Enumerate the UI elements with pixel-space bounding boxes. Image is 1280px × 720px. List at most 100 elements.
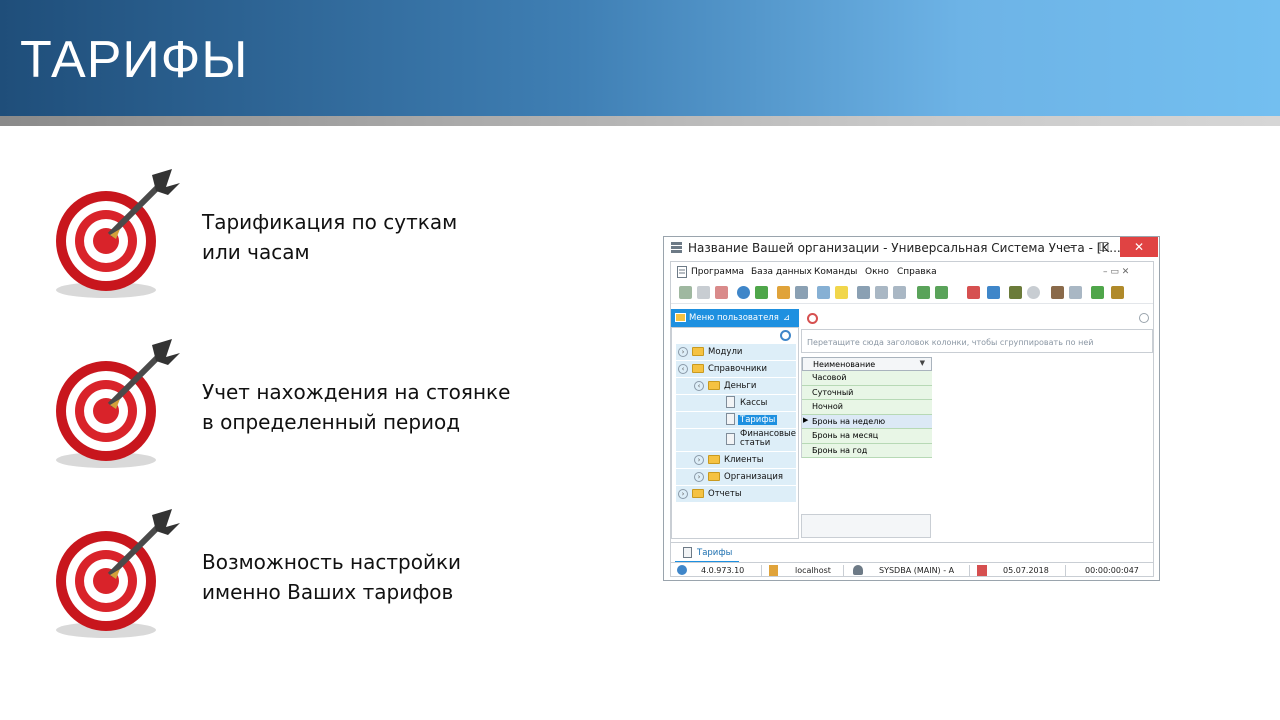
tree-item-finance-items[interactable]: Финансовые статьи	[676, 429, 796, 451]
feature-item: Учет нахождения на стоянке в определенны…	[40, 335, 560, 485]
tree-item-tariffs[interactable]: Тарифы	[676, 412, 796, 428]
note-icon[interactable]	[835, 286, 848, 299]
minimize-button[interactable]: –	[1056, 237, 1088, 257]
export-icon[interactable]	[917, 286, 930, 299]
slide-header: ТАРИФЫ	[0, 0, 1280, 116]
tab-label: Тарифы	[697, 548, 733, 558]
folder-icon	[708, 455, 720, 464]
tree-item-cashboxes[interactable]: Кассы	[676, 395, 796, 411]
table-row[interactable]: Суточный	[802, 385, 932, 400]
menu-item-help[interactable]: Справка	[897, 267, 937, 277]
tree-item-directories[interactable]: ‹ Справочники	[676, 361, 796, 377]
table-row[interactable]: Бронь на месяц	[802, 429, 932, 444]
pin-icon[interactable]: ⊿	[783, 309, 790, 327]
expand-icon[interactable]: ›	[694, 455, 704, 465]
chevron-icon[interactable]	[1139, 313, 1149, 323]
info-icon	[677, 565, 687, 575]
search-icon[interactable]	[737, 286, 750, 299]
update-icon[interactable]	[1091, 286, 1104, 299]
table-row[interactable]: Часовой	[802, 371, 932, 386]
target-icon	[56, 169, 180, 298]
maximize-button[interactable]: ☐	[1088, 237, 1120, 257]
menu-bar: Программа База данных Команды Окно Справ…	[671, 262, 1153, 282]
expand-icon[interactable]	[875, 286, 888, 299]
menu-item-program[interactable]: Программа	[691, 267, 744, 277]
feature-line: или часам	[202, 240, 310, 264]
stop-icon[interactable]	[1027, 286, 1040, 299]
chart-icon[interactable]	[1009, 286, 1022, 299]
menu-item-database[interactable]: База данных	[751, 267, 812, 277]
menu-item-window[interactable]: Окно	[865, 267, 889, 277]
menu-item-commands[interactable]: Команды	[814, 267, 857, 277]
tree-item-modules[interactable]: › Модули	[676, 344, 796, 360]
settings-icon[interactable]	[1069, 286, 1082, 299]
expand-icon[interactable]: ›	[694, 472, 704, 482]
refresh-icon[interactable]	[807, 313, 818, 324]
add-record-icon[interactable]	[817, 286, 830, 299]
collapse-icon[interactable]	[893, 286, 906, 299]
mdi-client: Программа База данных Команды Окно Справ…	[670, 261, 1154, 577]
divider	[761, 565, 762, 576]
feature-text: Учет нахождения на стоянке в определенны…	[202, 377, 510, 437]
tree-item-label: Клиенты	[724, 455, 764, 465]
folder-open-icon	[708, 381, 720, 390]
mdi-controls[interactable]: – ▭ ✕	[1103, 267, 1129, 277]
status-server: localhost	[795, 566, 831, 575]
grid-footer	[801, 514, 931, 538]
sidebar-header[interactable]: Меню пользователя ⊿	[671, 309, 799, 327]
target-icon	[56, 509, 180, 638]
delete-icon[interactable]	[715, 286, 728, 299]
window-new-icon[interactable]	[967, 286, 980, 299]
search-icon[interactable]	[780, 330, 791, 341]
collapse-icon[interactable]: ‹	[678, 364, 688, 374]
collapse-icon[interactable]: ‹	[694, 381, 704, 391]
target-icon	[56, 339, 180, 468]
expand-icon[interactable]: ›	[678, 347, 688, 357]
folder-icon	[692, 489, 704, 498]
refresh-icon[interactable]	[755, 286, 768, 299]
columns-icon[interactable]	[857, 286, 870, 299]
tree-item-clients[interactable]: › Клиенты	[676, 452, 796, 468]
navigation-tree: › Модули ‹ Справочники ‹ Деньги Кассы Та…	[671, 327, 799, 539]
group-drop-hint[interactable]: Перетащите сюда заголовок колонки, чтобы…	[801, 329, 1153, 353]
table-row[interactable]: Ночной	[802, 400, 932, 415]
window-titlebar[interactable]: Название Вашей организации - Универсальн…	[664, 237, 1159, 259]
feature-line: именно Ваших тарифов	[202, 580, 454, 604]
copy-icon[interactable]	[697, 286, 710, 299]
folder-icon	[692, 347, 704, 356]
expand-icon[interactable]: ›	[678, 489, 688, 499]
tree-item-money[interactable]: ‹ Деньги	[676, 378, 796, 394]
feature-item: Возможность настройки именно Ваших тариф…	[40, 505, 560, 655]
feature-text: Тарификация по суткам или часам	[202, 207, 457, 267]
row-indicator-icon: ▶	[803, 415, 809, 424]
clear-filter-icon[interactable]	[795, 286, 808, 299]
feature-line: в определенный период	[202, 410, 461, 434]
tree-item-label: Отчеты	[708, 489, 742, 499]
column-header-label: Неименование	[813, 360, 876, 369]
users-icon[interactable]	[1111, 286, 1124, 299]
header-divider	[0, 116, 1280, 126]
status-bar: 4.0.973.10 localhost SYSDBA (MAIN) - A 0…	[671, 562, 1153, 577]
table-row[interactable]: Бронь на год	[802, 443, 932, 458]
close-button[interactable]: ✕	[1120, 237, 1158, 257]
table-row[interactable]: ▶ Бронь на неделю	[802, 414, 932, 429]
print-icon[interactable]	[987, 286, 1000, 299]
grid-panel: Перетащите сюда заголовок колонки, чтобы…	[801, 309, 1153, 539]
status-user: SYSDBA (MAIN) - A	[879, 566, 955, 575]
tree-item-label: Организация	[724, 472, 783, 482]
filter-icon[interactable]	[777, 286, 790, 299]
document-icon	[683, 547, 692, 558]
sort-dropdown-icon[interactable]: ▼	[920, 359, 925, 367]
divider	[969, 565, 970, 576]
tree-item-label: Справочники	[708, 364, 768, 374]
document-icon	[726, 433, 735, 445]
tree-item-organization[interactable]: › Организация	[676, 469, 796, 485]
tab-tariffs[interactable]: Тарифы	[675, 543, 739, 563]
tree-item-reports[interactable]: › Отчеты	[676, 486, 796, 502]
column-header[interactable]: Неименование ▼	[802, 357, 932, 371]
excel-icon[interactable]	[935, 286, 948, 299]
new-icon[interactable]	[679, 286, 692, 299]
app-window: Название Вашей организации - Универсальн…	[663, 236, 1160, 581]
tools-icon[interactable]	[1051, 286, 1064, 299]
database-icon	[769, 565, 778, 576]
